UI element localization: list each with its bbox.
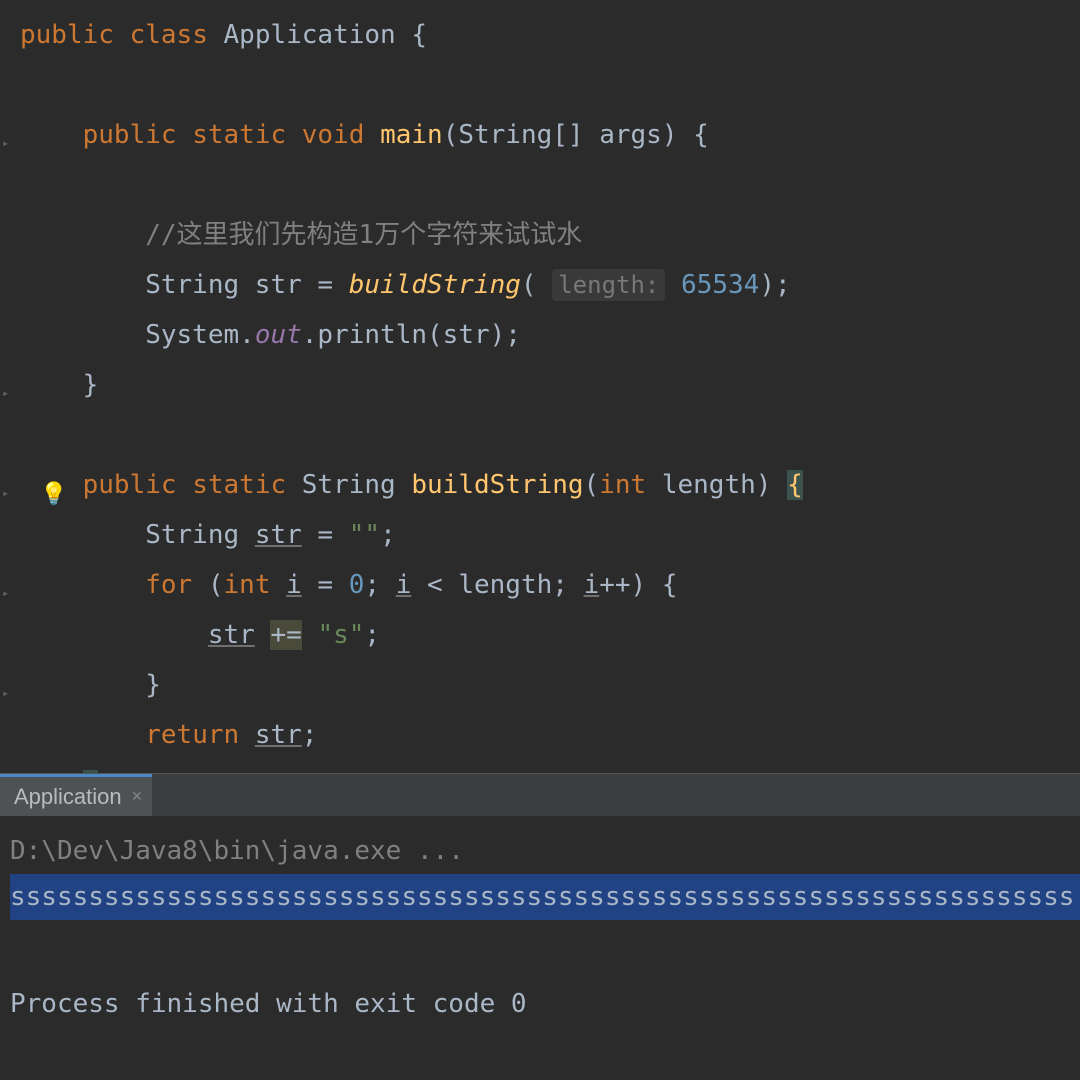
code-line[interactable] <box>20 160 1080 210</box>
code-line[interactable] <box>20 410 1080 460</box>
code-line[interactable]: return str; <box>20 710 1080 760</box>
fold-marker-icon[interactable]: ▸ <box>2 668 16 682</box>
code-line[interactable]: public class Application { <box>20 10 1080 60</box>
editor-gutter: ▸ ▸ ▸ ▸ ▸ ▸ <box>0 0 20 773</box>
close-icon[interactable]: × <box>132 786 143 807</box>
console-output-line: ssssssssssssssssssssssssssssssssssssssss… <box>10 874 1070 935</box>
code-line[interactable]: public static void main(String[] args) { <box>20 110 1080 160</box>
fold-marker-icon[interactable]: ▸ <box>2 468 16 482</box>
intention-bulb-icon[interactable]: 💡 <box>40 470 67 520</box>
code-line[interactable] <box>20 60 1080 110</box>
console-output[interactable]: D:\Dev\Java8\bin\java.exe ... ssssssssss… <box>0 816 1080 1039</box>
fold-marker-icon[interactable]: ▸ <box>2 568 16 582</box>
code-line[interactable]: String str = buildString( length: 65534)… <box>20 260 1080 310</box>
fold-marker-icon[interactable]: ▸ <box>2 368 16 382</box>
run-console-panel: Application × D:\Dev\Java8\bin\java.exe … <box>0 773 1080 1080</box>
code-line[interactable]: } <box>20 660 1080 710</box>
code-line[interactable]: String str = ""; <box>20 510 1080 560</box>
code-line[interactable]: //这里我们先构造1万个字符来试试水 <box>20 210 1080 260</box>
console-tab[interactable]: Application × <box>0 774 152 816</box>
console-command-line: D:\Dev\Java8\bin\java.exe ... <box>10 828 1070 874</box>
fold-marker-icon[interactable]: ▸ <box>2 118 16 132</box>
code-editor[interactable]: ▸ ▸ ▸ ▸ ▸ ▸ public class Application { p… <box>0 0 1080 773</box>
code-line[interactable]: } <box>20 360 1080 410</box>
code-line[interactable]: str += "s"; <box>20 610 1080 660</box>
console-exit-line: Process finished with exit code 0 <box>10 981 1070 1027</box>
code-line[interactable]: for (int i = 0; i < length; i++) { <box>20 560 1080 610</box>
console-blank-line <box>10 935 1070 981</box>
code-line[interactable]: public static String buildString(int len… <box>20 460 1080 510</box>
console-tab-label: Application <box>14 784 122 810</box>
code-line[interactable]: System.out.println(str); <box>20 310 1080 360</box>
console-tab-bar: Application × <box>0 774 1080 816</box>
